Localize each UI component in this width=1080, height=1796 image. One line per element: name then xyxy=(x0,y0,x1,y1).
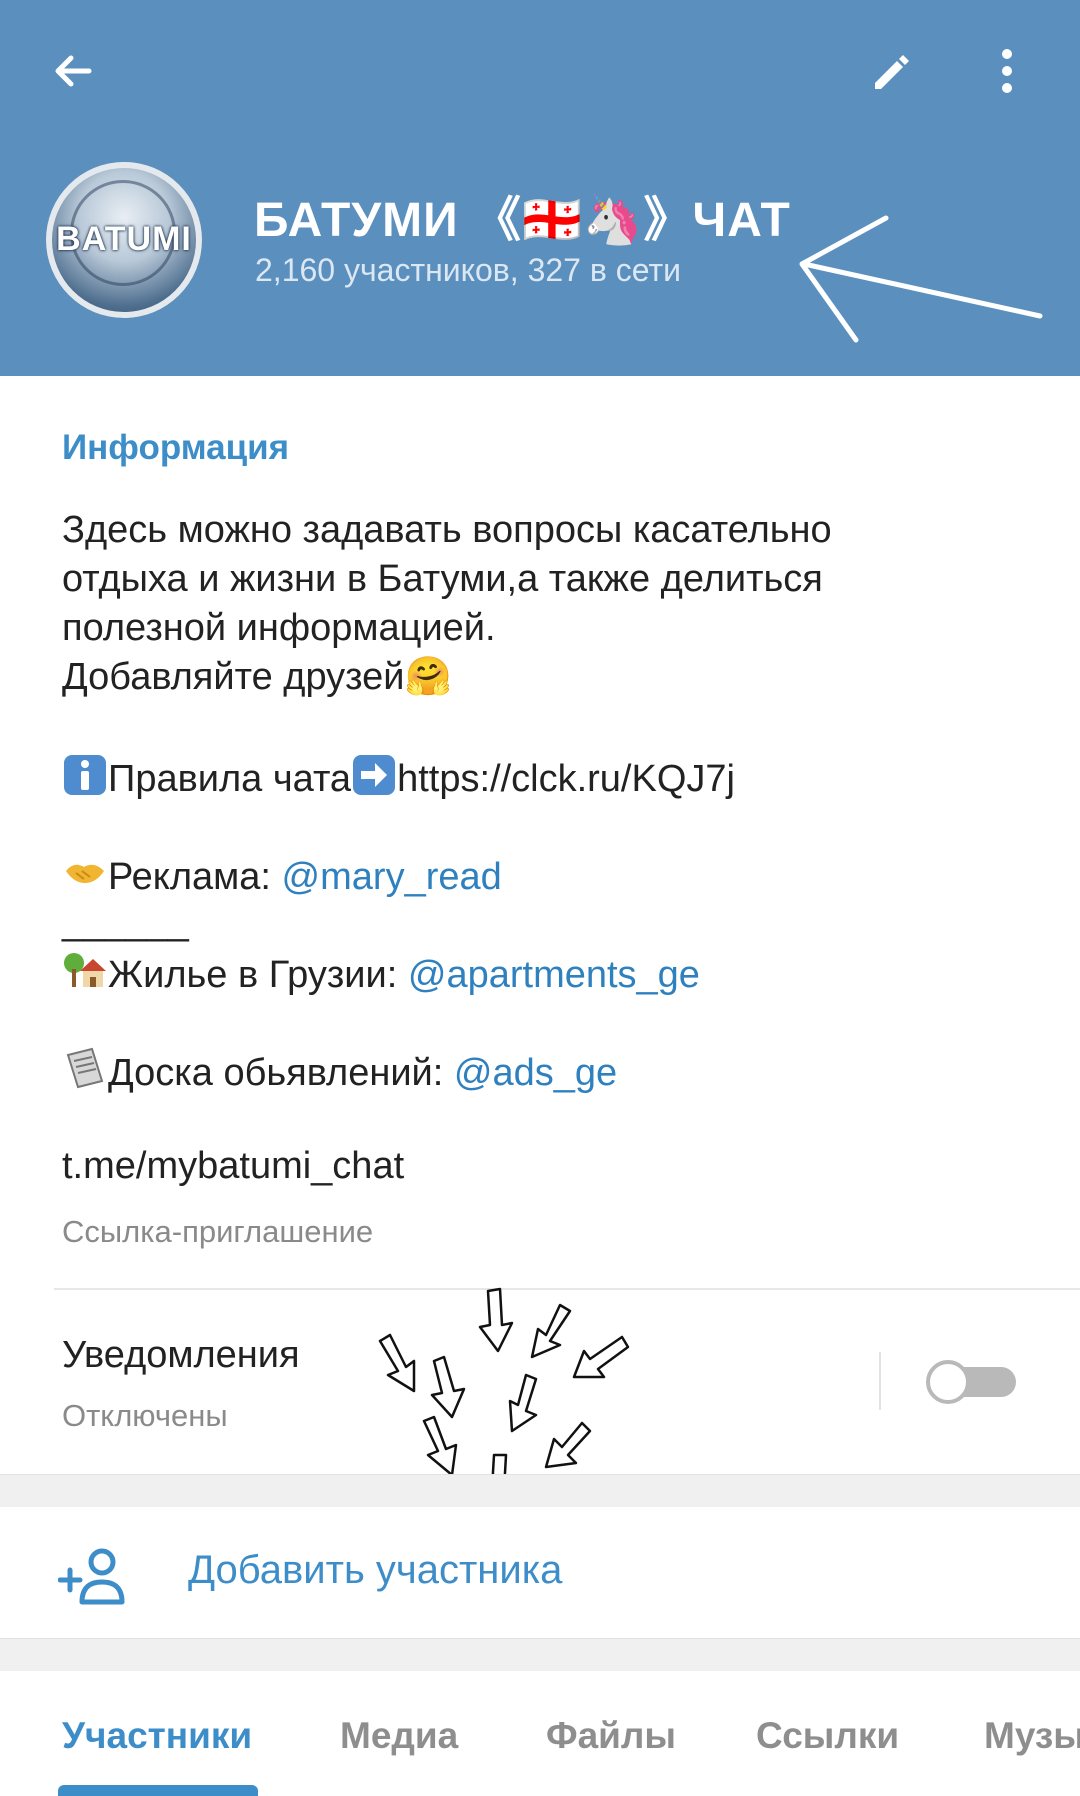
back-button[interactable] xyxy=(38,36,108,106)
tab-files[interactable]: Файлы xyxy=(546,1715,676,1757)
group-description: Здесь можно задавать вопросы касательно … xyxy=(62,506,1042,1094)
rules-url[interactable]: https://clck.ru/KQJ7j xyxy=(397,758,735,800)
pencil-icon xyxy=(875,55,909,89)
description-line: полезной информацией. xyxy=(62,607,496,649)
ads-line: Реклама: @mary_read xyxy=(62,849,1042,898)
notifications-label[interactable]: Уведомления xyxy=(62,1334,300,1377)
description-line: Здесь можно задавать вопросы касательно xyxy=(62,509,832,551)
rules-line: Правила чата https://clck.ru/KQJ7j xyxy=(62,751,1042,800)
tab-media[interactable]: Медиа xyxy=(340,1715,458,1757)
rules-label: Правила чата xyxy=(108,758,352,800)
board-line: Доска обьявлений: @ads_ge xyxy=(62,1045,1042,1094)
board-handle-link[interactable]: @ads_ge xyxy=(454,1052,617,1094)
invite-link-caption: Ссылка-приглашение xyxy=(62,1214,374,1249)
notifications-status: Отключены xyxy=(62,1398,228,1433)
add-user-icon xyxy=(58,1548,125,1605)
tab-links[interactable]: Ссылки xyxy=(756,1715,899,1757)
ads-label: Реклама: xyxy=(108,856,282,898)
ads-handle-link[interactable]: @mary_read xyxy=(282,856,502,898)
invite-link[interactable]: t.me/mybatumi_chat xyxy=(62,1145,404,1188)
housing-line: Жилье в Грузии: @apartments_ge xyxy=(62,947,1042,996)
newspaper-emoji-icon xyxy=(66,1047,104,1089)
board-label: Доска обьявлений: xyxy=(108,1052,454,1094)
housing-handle-link[interactable]: @apartments_ge xyxy=(408,954,700,996)
toggle-separator xyxy=(879,1352,881,1410)
house-emoji-icon xyxy=(64,953,106,987)
description-line: Добавляйте друзей🤗 xyxy=(62,656,452,698)
media-tabs: Участники Медиа Файлы Ссылки Музыка xyxy=(0,1671,1080,1796)
section-separator xyxy=(0,1474,1080,1508)
info-section-title: Информация xyxy=(62,428,290,467)
separator-line: ______ xyxy=(62,901,189,943)
edit-button[interactable] xyxy=(856,36,926,106)
handshake-emoji-icon xyxy=(66,864,104,883)
more-vertical-icon xyxy=(1002,49,1012,93)
notifications-toggle[interactable] xyxy=(926,1360,1016,1404)
profile-header: BATUMI БАТУМИ 《🇬🇪🦄》ЧАТ 2,160 участников,… xyxy=(0,0,1080,376)
more-options-button[interactable] xyxy=(982,36,1032,106)
tab-members[interactable]: Участники xyxy=(62,1715,252,1757)
section-separator xyxy=(0,1638,1080,1672)
right-arrow-emoji-icon xyxy=(353,755,396,795)
avatar-text: BATUMI xyxy=(56,220,192,258)
group-avatar[interactable]: BATUMI xyxy=(46,162,202,318)
member-count: 2,160 участников, 327 в сети xyxy=(255,252,682,288)
hand-drawn-arrow-icon xyxy=(799,215,1043,343)
add-member-label[interactable]: Добавить участника xyxy=(188,1548,562,1593)
description-line: отдыха и жизни в Батуми,а также делиться xyxy=(62,558,823,600)
info-emoji-icon xyxy=(64,755,106,795)
tab-music[interactable]: Музыка xyxy=(984,1715,1080,1757)
arrow-left-icon xyxy=(55,55,92,87)
group-title: БАТУМИ 《🇬🇪🦄》ЧАТ xyxy=(254,194,791,247)
housing-label: Жилье в Грузии: xyxy=(108,954,408,996)
toggle-knob xyxy=(926,1360,970,1404)
active-tab-indicator xyxy=(58,1785,258,1796)
